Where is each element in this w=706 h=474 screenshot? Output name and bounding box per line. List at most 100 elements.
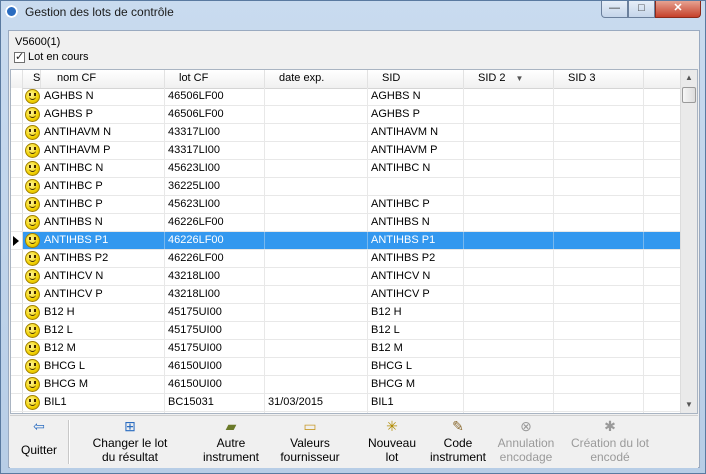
row-header[interactable] [11,268,23,285]
cell-nom[interactable]: ANTIHBS N [41,214,165,231]
row-header[interactable] [11,412,23,413]
row-header[interactable] [11,88,23,105]
row-header[interactable] [11,124,23,141]
cell-date[interactable] [265,358,368,375]
title-bar[interactable]: Gestion des lots de contrôle — □ ✕ [1,1,705,23]
cell-nom[interactable]: ANTIHCV N [41,268,165,285]
cell-sid2[interactable] [464,124,554,141]
table-row[interactable]: ANTIHCV N 43218LI00 ANTIHCV N [11,268,681,286]
row-header[interactable] [11,178,23,195]
cell-sid3[interactable] [554,376,644,393]
cell-date[interactable] [265,178,368,195]
cell-date[interactable] [265,142,368,159]
cell-sid3[interactable] [554,178,644,195]
row-header[interactable] [11,160,23,177]
table-row[interactable]: B12 L 45175UI00 B12 L [11,322,681,340]
cell-date[interactable] [265,232,368,249]
cell-sid3[interactable] [554,412,644,413]
cell-lot[interactable]: 46226LF00 [165,232,265,249]
cell-sid3[interactable] [554,268,644,285]
cell-date[interactable] [265,106,368,123]
cell-nom[interactable]: ANTIHCV P [41,286,165,303]
cell-date[interactable] [265,124,368,141]
table-row[interactable] [11,412,681,413]
nouveau-lot-button[interactable]: ✳ Nouveau lot [362,418,422,466]
cell-nom[interactable]: ANTIHBC P [41,178,165,195]
cell-nom[interactable]: B12 H [41,304,165,321]
minimize-button[interactable]: — [601,1,628,18]
cell-nom[interactable]: BHCG M [41,376,165,393]
cell-sid2[interactable] [464,304,554,321]
creation-lot-encode-button[interactable]: ✱ Création du lot encodé [562,418,658,466]
row-header[interactable] [11,142,23,159]
cell-lot[interactable]: 43317LI00 [165,142,265,159]
cell-lot[interactable]: 45175UI00 [165,322,265,339]
cell-nom[interactable]: ANTIHBS P1 [41,232,165,249]
cell-sid2[interactable] [464,196,554,213]
cell-sid[interactable]: ANTIHBC N [368,160,464,177]
cell-sid[interactable]: ANTIHBS N [368,214,464,231]
cell-sid2[interactable] [464,160,554,177]
cell-sid[interactable]: ANTIHCV N [368,268,464,285]
cell-sid3[interactable] [554,304,644,321]
table-row[interactable]: ANTIHAVM P 43317LI00 ANTIHAVM P [11,142,681,160]
cell-sid[interactable]: B12 L [368,322,464,339]
changer-lot-button[interactable]: ⊞ Changer le lot du résultat [80,418,180,466]
cell-nom[interactable]: ANTIHBS P2 [41,250,165,267]
table-row[interactable]: ANTIHAVM N 43317LI00 ANTIHAVM N [11,124,681,142]
cell-sid2[interactable] [464,232,554,249]
column-header-s[interactable]: S [23,70,41,88]
cell-date[interactable] [265,214,368,231]
cell-nom[interactable]: B12 L [41,322,165,339]
column-header-sid2[interactable]: SID 2 ▼ [464,70,554,88]
cell-lot[interactable]: 45623LI00 [165,196,265,213]
cell-date[interactable] [265,286,368,303]
row-header[interactable] [11,322,23,339]
cell-nom[interactable] [41,412,165,413]
scroll-up-arrow-icon[interactable]: ▲ [681,70,697,86]
cell-date[interactable] [265,160,368,177]
cell-sid[interactable] [368,178,464,195]
cell-nom[interactable]: ANTIHAVM P [41,142,165,159]
column-header-sid3[interactable]: SID 3 [554,70,644,88]
cell-sid2[interactable] [464,268,554,285]
column-header-date-exp[interactable]: date exp. [265,70,368,88]
cell-nom[interactable]: ANTIHAVM N [41,124,165,141]
cell-date[interactable] [265,196,368,213]
row-header[interactable] [11,376,23,393]
cell-sid2[interactable] [464,358,554,375]
cell-date[interactable] [265,304,368,321]
vertical-scrollbar[interactable]: ▲ ▼ [680,70,697,413]
cell-date[interactable] [265,322,368,339]
cell-sid3[interactable] [554,142,644,159]
row-header[interactable] [11,196,23,213]
cell-sid[interactable]: BIL1 [368,394,464,411]
cell-date[interactable]: 31/03/2015 [265,394,368,411]
table-row[interactable]: ANTIHBS N 46226LF00 ANTIHBS N [11,214,681,232]
cell-sid2[interactable] [464,412,554,413]
lot-en-cours-checkbox-row[interactable]: Lot en cours [14,50,89,65]
cell-sid3[interactable] [554,250,644,267]
cell-lot[interactable]: 46226LF00 [165,250,265,267]
cell-sid3[interactable] [554,214,644,231]
cell-lot[interactable]: 45175UI00 [165,304,265,321]
cell-nom[interactable]: AGHBS N [41,88,165,105]
table-row[interactable]: BIL1 BC15031 31/03/2015 BIL1 [11,394,681,412]
cell-sid3[interactable] [554,88,644,105]
cell-sid2[interactable] [464,214,554,231]
cell-sid[interactable]: ANTIHBC P [368,196,464,213]
cell-date[interactable] [265,376,368,393]
valeurs-fournisseur-button[interactable]: ▭ Valeurs fournisseur [270,418,350,466]
cell-lot[interactable]: 43218LI00 [165,268,265,285]
maximize-button[interactable]: □ [628,1,655,18]
cell-lot[interactable]: 46150UI00 [165,376,265,393]
close-button[interactable]: ✕ [655,1,701,18]
cell-lot[interactable]: 46506LF00 [165,88,265,105]
autre-instrument-button[interactable]: ▰ Autre instrument [196,418,266,466]
cell-nom[interactable]: AGHBS P [41,106,165,123]
cell-lot[interactable]: 46226LF00 [165,214,265,231]
cell-sid[interactable]: ANTIHBS P1 [368,232,464,249]
row-header[interactable] [11,286,23,303]
scrollbar-thumb[interactable] [682,87,696,103]
column-header-nom-cf[interactable]: nom CF [41,70,165,88]
